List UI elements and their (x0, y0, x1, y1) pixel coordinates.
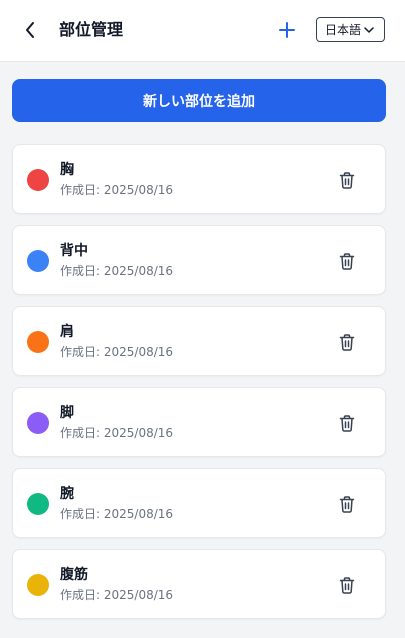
part-created-date: 作成日: 2025/08/16 (60, 183, 174, 197)
trash-icon (339, 576, 355, 594)
part-color-dot (27, 412, 49, 434)
part-color-dot (27, 574, 49, 596)
page-title: 部位管理 (59, 20, 124, 39)
part-created-date: 作成日: 2025/08/16 (60, 264, 174, 278)
chevron-left-icon (26, 22, 34, 38)
part-card[interactable]: 腹筋 作成日: 2025/08/16 (12, 549, 386, 619)
part-color-dot (27, 250, 49, 272)
part-name: 肩 (60, 324, 74, 340)
part-card[interactable]: 胸 作成日: 2025/08/16 (12, 144, 386, 214)
part-name: 腹筋 (60, 567, 88, 583)
language-select[interactable]: 日本語 (316, 17, 385, 42)
app-header: 部位管理 日本語 (0, 0, 405, 62)
delete-part-button[interactable] (337, 494, 357, 514)
part-created-date: 作成日: 2025/08/16 (60, 345, 174, 359)
part-name: 脚 (60, 405, 74, 421)
part-name: 胸 (60, 162, 74, 178)
part-card[interactable]: 背中 作成日: 2025/08/16 (12, 225, 386, 295)
delete-part-button[interactable] (337, 575, 357, 595)
add-part-icon-button[interactable] (277, 19, 297, 41)
delete-part-button[interactable] (337, 170, 357, 190)
part-card[interactable]: 脚 作成日: 2025/08/16 (12, 387, 386, 457)
part-card[interactable]: 肩 作成日: 2025/08/16 (12, 306, 386, 376)
trash-icon (339, 171, 355, 189)
trash-icon (339, 252, 355, 270)
delete-part-button[interactable] (337, 251, 357, 271)
part-color-dot (27, 493, 49, 515)
delete-part-button[interactable] (337, 413, 357, 433)
trash-icon (339, 414, 355, 432)
parts-list: 胸 作成日: 2025/08/16 背中 作成日: 2025/08/16 肩 作… (12, 144, 386, 630)
part-color-dot (27, 331, 49, 353)
delete-part-button[interactable] (337, 332, 357, 352)
part-name: 腕 (60, 486, 74, 502)
part-name: 背中 (60, 243, 88, 259)
plus-icon (279, 22, 295, 38)
chevron-down-icon (364, 26, 374, 33)
trash-icon (339, 333, 355, 351)
back-button[interactable] (20, 19, 40, 41)
part-created-date: 作成日: 2025/08/16 (60, 588, 174, 602)
part-created-date: 作成日: 2025/08/16 (60, 507, 174, 521)
add-new-part-button[interactable]: 新しい部位を追加 (12, 79, 386, 122)
language-label: 日本語 (325, 22, 362, 37)
part-created-date: 作成日: 2025/08/16 (60, 426, 174, 440)
trash-icon (339, 495, 355, 513)
part-card[interactable]: 腕 作成日: 2025/08/16 (12, 468, 386, 538)
part-color-dot (27, 169, 49, 191)
